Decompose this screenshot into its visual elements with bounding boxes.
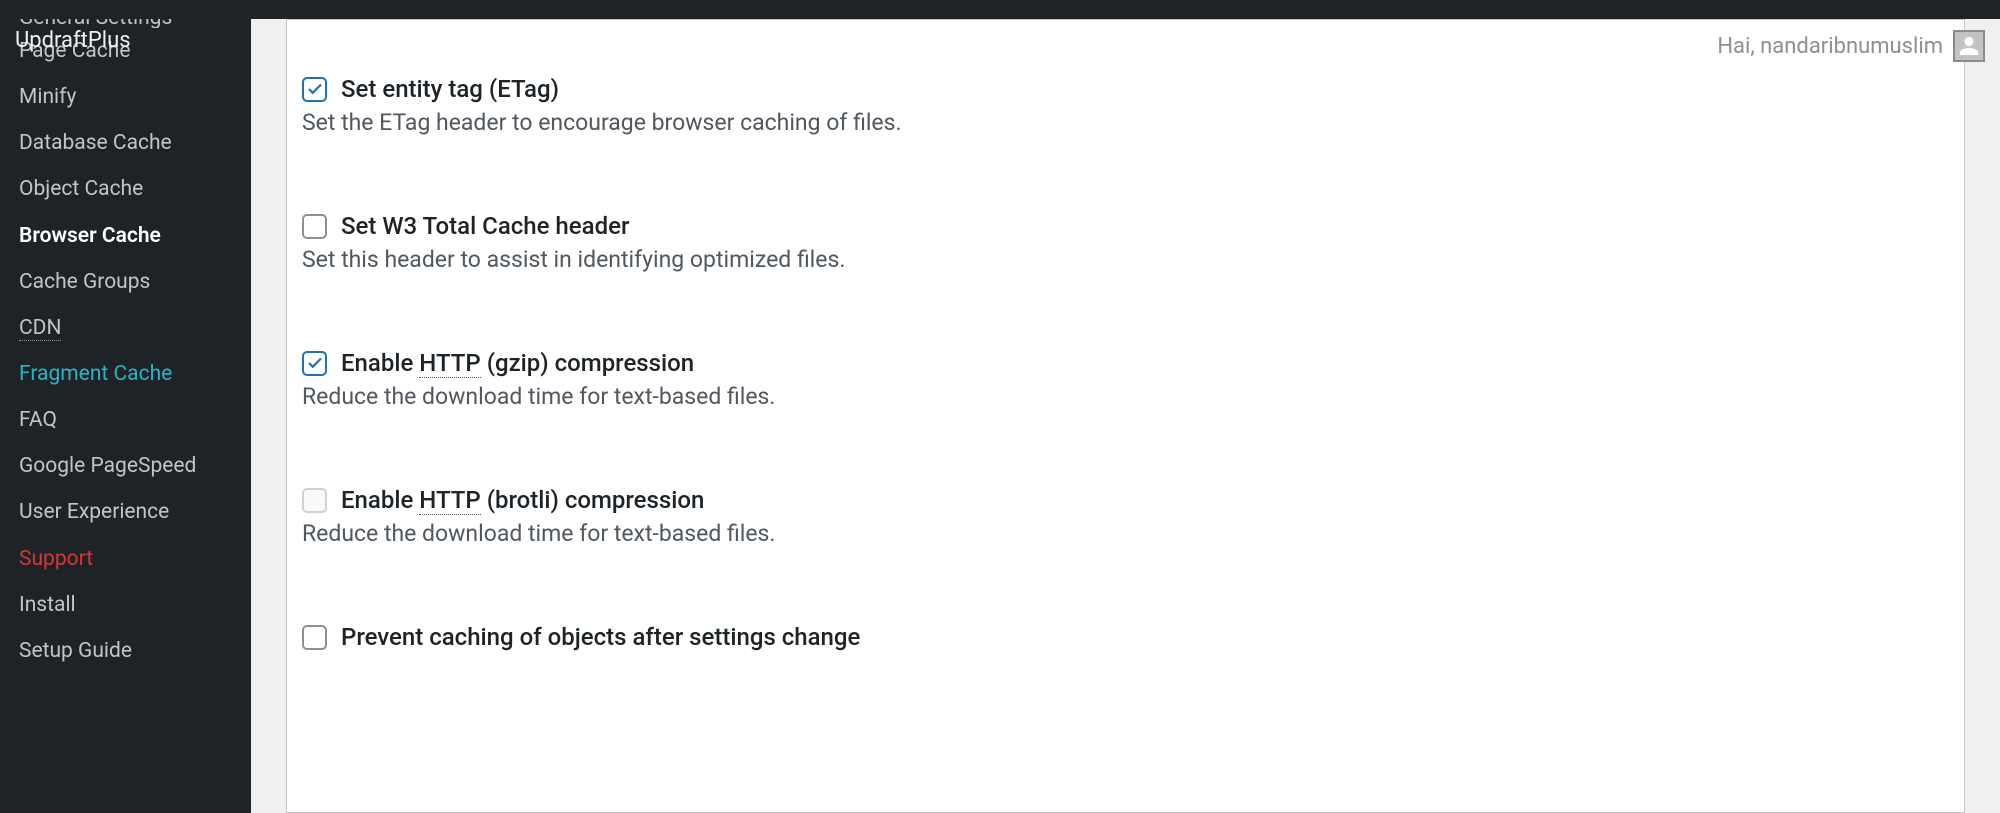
checkbox-prevent-caching[interactable] xyxy=(302,625,327,650)
sidebar-item-cache-groups[interactable]: Cache Groups xyxy=(0,259,251,305)
sidebar-item-google-pagespeed[interactable]: Google PageSpeed xyxy=(0,443,251,489)
sidebar-item-fragment-cache[interactable]: Fragment Cache xyxy=(0,351,251,397)
sidebar-item-database-cache[interactable]: Database Cache xyxy=(0,120,251,166)
setting-desc: Reduce the download time for text-based … xyxy=(302,383,1949,410)
sidebar: General Settings Page Cache Minify Datab… xyxy=(0,19,251,813)
content-area: Set entity tag (ETag) Set the ETag heade… xyxy=(251,19,2000,813)
sidebar-item-install[interactable]: Install xyxy=(0,582,251,628)
setting-label: Set entity tag (ETag) xyxy=(341,75,559,103)
avatar[interactable] xyxy=(1953,30,1985,62)
setting-etag: Set entity tag (ETag) Set the ETag heade… xyxy=(302,75,1949,136)
checkbox-etag[interactable] xyxy=(302,77,327,102)
setting-label: Set W3 Total Cache header xyxy=(341,212,629,240)
sidebar-item-label: Browser Cache xyxy=(19,224,161,248)
sidebar-item-label: Install xyxy=(19,593,76,617)
setting-label: Enable HTTP (brotli) compression xyxy=(341,486,704,514)
setting-desc: Reduce the download time for text-based … xyxy=(302,520,1949,547)
sidebar-item-label: Database Cache xyxy=(19,131,172,155)
sidebar-item-faq[interactable]: FAQ xyxy=(0,397,251,443)
setting-gzip: Enable HTTP (gzip) compression Reduce th… xyxy=(302,349,1949,410)
sidebar-item-support[interactable]: Support xyxy=(0,536,251,582)
sidebar-item-label: Google PageSpeed xyxy=(19,454,196,478)
checkbox-w3tc-header[interactable] xyxy=(302,214,327,239)
setting-label: Enable HTTP (gzip) compression xyxy=(341,349,694,377)
sidebar-item-label: Minify xyxy=(19,85,76,109)
setting-brotli: Enable HTTP (brotli) compression Reduce … xyxy=(302,486,1949,547)
sidebar-item-label: Setup Guide xyxy=(19,639,132,663)
sidebar-item-cdn[interactable]: CDN xyxy=(0,305,251,351)
setting-desc: Set the ETag header to encourage browser… xyxy=(302,109,1949,136)
updraftplus-label[interactable]: UpdraftPlus xyxy=(15,28,131,53)
setting-desc: Set this header to assist in identifying… xyxy=(302,246,1949,273)
sidebar-item-label: Cache Groups xyxy=(19,270,150,294)
sidebar-item-setup-guide[interactable]: Setup Guide xyxy=(0,628,251,674)
sidebar-item-label: Object Cache xyxy=(19,177,143,201)
setting-prevent-caching: Prevent caching of objects after setting… xyxy=(302,623,1949,651)
checkbox-gzip[interactable] xyxy=(302,351,327,376)
sidebar-item-user-experience[interactable]: User Experience xyxy=(0,489,251,535)
sidebar-item-label: FAQ xyxy=(19,408,57,432)
setting-label: Prevent caching of objects after setting… xyxy=(341,623,860,651)
sidebar-item-label: CDN xyxy=(19,316,61,341)
sidebar-item-label: Support xyxy=(19,547,93,571)
sidebar-item-label: User Experience xyxy=(19,500,169,524)
sidebar-item-label: Fragment Cache xyxy=(19,362,172,386)
greeting[interactable]: Hai, nandaribnumuslim xyxy=(1717,30,1985,62)
admin-topbar xyxy=(0,0,2000,19)
checkbox-brotli[interactable] xyxy=(302,488,327,513)
settings-panel: Set entity tag (ETag) Set the ETag heade… xyxy=(286,19,1965,813)
setting-w3tc-header: Set W3 Total Cache header Set this heade… xyxy=(302,212,1949,273)
sidebar-item-minify[interactable]: Minify xyxy=(0,74,251,120)
sidebar-item-browser-cache[interactable]: Browser Cache xyxy=(0,213,251,259)
sidebar-item-object-cache[interactable]: Object Cache xyxy=(0,166,251,212)
greeting-text: Hai, nandaribnumuslim xyxy=(1717,34,1943,59)
